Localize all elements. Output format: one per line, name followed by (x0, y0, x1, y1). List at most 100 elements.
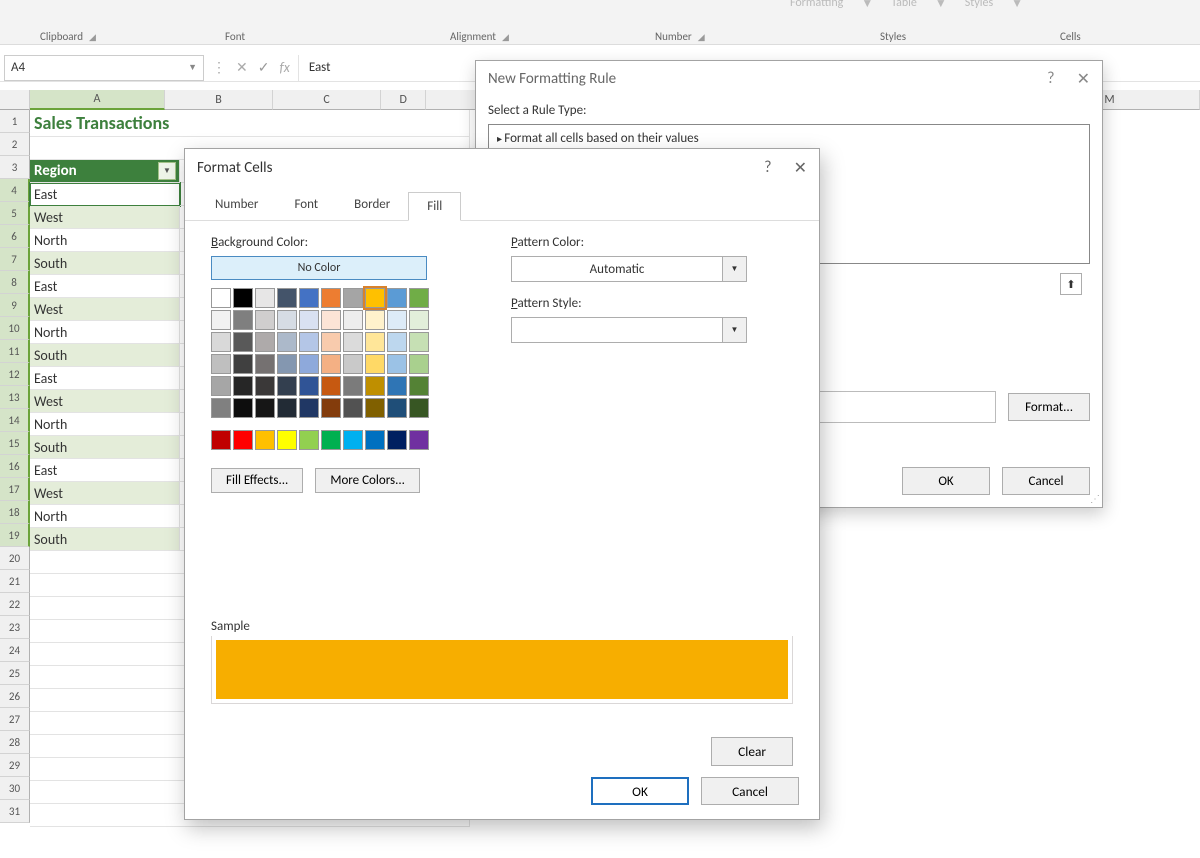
cell[interactable]: East (30, 367, 180, 390)
cell[interactable]: North (30, 413, 180, 436)
color-swatch[interactable] (255, 398, 275, 418)
color-swatch[interactable] (365, 430, 385, 450)
row-header[interactable]: 10 (0, 317, 30, 340)
color-swatch[interactable] (387, 332, 407, 352)
color-swatch[interactable] (277, 332, 297, 352)
row-header[interactable]: 13 (0, 386, 30, 409)
color-swatch[interactable] (299, 354, 319, 374)
color-swatch[interactable] (343, 288, 363, 308)
accept-formula-icon[interactable]: ✓ (258, 59, 270, 76)
fx-icon[interactable]: fx (279, 59, 289, 76)
column-header[interactable]: D (381, 90, 426, 110)
color-swatch[interactable] (211, 376, 231, 396)
cell[interactable]: North (30, 321, 180, 344)
tab-number[interactable]: Number (197, 191, 276, 220)
color-swatch[interactable] (233, 354, 253, 374)
color-swatch[interactable] (233, 288, 253, 308)
pattern-style-select[interactable]: ▼ (511, 317, 747, 343)
color-swatch[interactable] (299, 376, 319, 396)
color-swatch[interactable] (365, 288, 385, 308)
cancel-button[interactable]: Cancel (701, 777, 799, 805)
cancel-button[interactable]: Cancel (1002, 467, 1090, 495)
row-header[interactable]: 8 (0, 271, 30, 294)
cell[interactable]: Sales Transactions (30, 110, 470, 137)
color-swatch[interactable] (387, 288, 407, 308)
color-swatch[interactable] (277, 288, 297, 308)
row-header[interactable]: 9 (0, 294, 30, 317)
rule-type-item[interactable]: Format all cells based on their values (497, 131, 1081, 146)
color-swatch[interactable] (211, 332, 231, 352)
row-header[interactable]: 26 (0, 685, 30, 708)
row-header[interactable]: 17 (0, 478, 30, 501)
color-swatch[interactable] (343, 310, 363, 330)
color-swatch[interactable] (299, 398, 319, 418)
row-header[interactable]: 18 (0, 501, 30, 524)
color-swatch[interactable] (387, 430, 407, 450)
color-swatch[interactable] (321, 398, 341, 418)
color-swatch[interactable] (409, 288, 429, 308)
color-swatch[interactable] (277, 310, 297, 330)
name-box[interactable]: A4 ▼ (4, 55, 204, 81)
row-header[interactable]: 19 (0, 524, 30, 547)
no-color-button[interactable]: No Color (211, 256, 427, 280)
row-header[interactable]: 16 (0, 455, 30, 478)
color-swatch[interactable] (321, 430, 341, 450)
row-header[interactable]: 7 (0, 248, 30, 271)
cell[interactable]: South (30, 528, 180, 551)
row-header[interactable]: 29 (0, 754, 30, 777)
color-swatch[interactable] (343, 332, 363, 352)
close-icon[interactable]: ✕ (794, 158, 807, 178)
column-header[interactable]: C (273, 90, 381, 110)
cancel-formula-icon[interactable]: ✕ (236, 59, 248, 76)
color-swatch[interactable] (409, 376, 429, 396)
select-all-corner[interactable] (0, 90, 30, 110)
cell[interactable]: West (30, 390, 180, 413)
color-swatch[interactable] (365, 310, 385, 330)
cell[interactable]: West (30, 206, 180, 229)
row-header[interactable]: 3 (0, 156, 30, 179)
color-swatch[interactable] (299, 288, 319, 308)
color-swatch[interactable] (211, 398, 231, 418)
color-swatch[interactable] (299, 310, 319, 330)
row-header[interactable]: 31 (0, 800, 30, 823)
row-header[interactable]: 21 (0, 570, 30, 593)
cell[interactable]: West (30, 482, 180, 505)
resize-grip-icon[interactable]: ⋰ (1090, 492, 1100, 505)
tab-fill[interactable]: Fill (408, 192, 461, 221)
color-swatch[interactable] (321, 310, 341, 330)
chevron-down-icon[interactable]: ▼ (722, 257, 746, 281)
color-swatch[interactable] (299, 332, 319, 352)
row-header[interactable]: 11 (0, 340, 30, 363)
row-header[interactable]: 30 (0, 777, 30, 800)
more-colors-button[interactable]: More Colors... (315, 468, 420, 493)
column-header[interactable]: A (30, 90, 165, 110)
column-header[interactable]: B (165, 90, 273, 110)
color-swatch[interactable] (387, 376, 407, 396)
color-swatch[interactable] (255, 310, 275, 330)
color-swatch[interactable] (211, 354, 231, 374)
cell[interactable]: East (30, 275, 180, 298)
color-swatch[interactable] (409, 398, 429, 418)
color-swatch[interactable] (409, 430, 429, 450)
format-button[interactable]: Format... (1008, 393, 1090, 421)
color-swatch[interactable] (233, 310, 253, 330)
row-header[interactable]: 23 (0, 616, 30, 639)
row-header[interactable]: 24 (0, 639, 30, 662)
color-swatch[interactable] (255, 376, 275, 396)
row-header[interactable]: 15 (0, 432, 30, 455)
row-header[interactable]: 5 (0, 202, 30, 225)
color-swatch[interactable] (387, 354, 407, 374)
cell[interactable]: South (30, 252, 180, 275)
tab-font[interactable]: Font (276, 191, 336, 220)
color-swatch[interactable] (233, 332, 253, 352)
filter-dropdown-icon[interactable]: ▼ (158, 162, 176, 180)
cell[interactable]: West (30, 298, 180, 321)
color-swatch[interactable] (277, 398, 297, 418)
ok-button[interactable]: OK (902, 467, 990, 495)
color-swatch[interactable] (277, 354, 297, 374)
clear-button[interactable]: Clear (711, 737, 793, 766)
color-swatch[interactable] (365, 398, 385, 418)
tab-border[interactable]: Border (336, 191, 408, 220)
cell[interactable]: Region▼ (30, 160, 180, 183)
color-swatch[interactable] (233, 430, 253, 450)
